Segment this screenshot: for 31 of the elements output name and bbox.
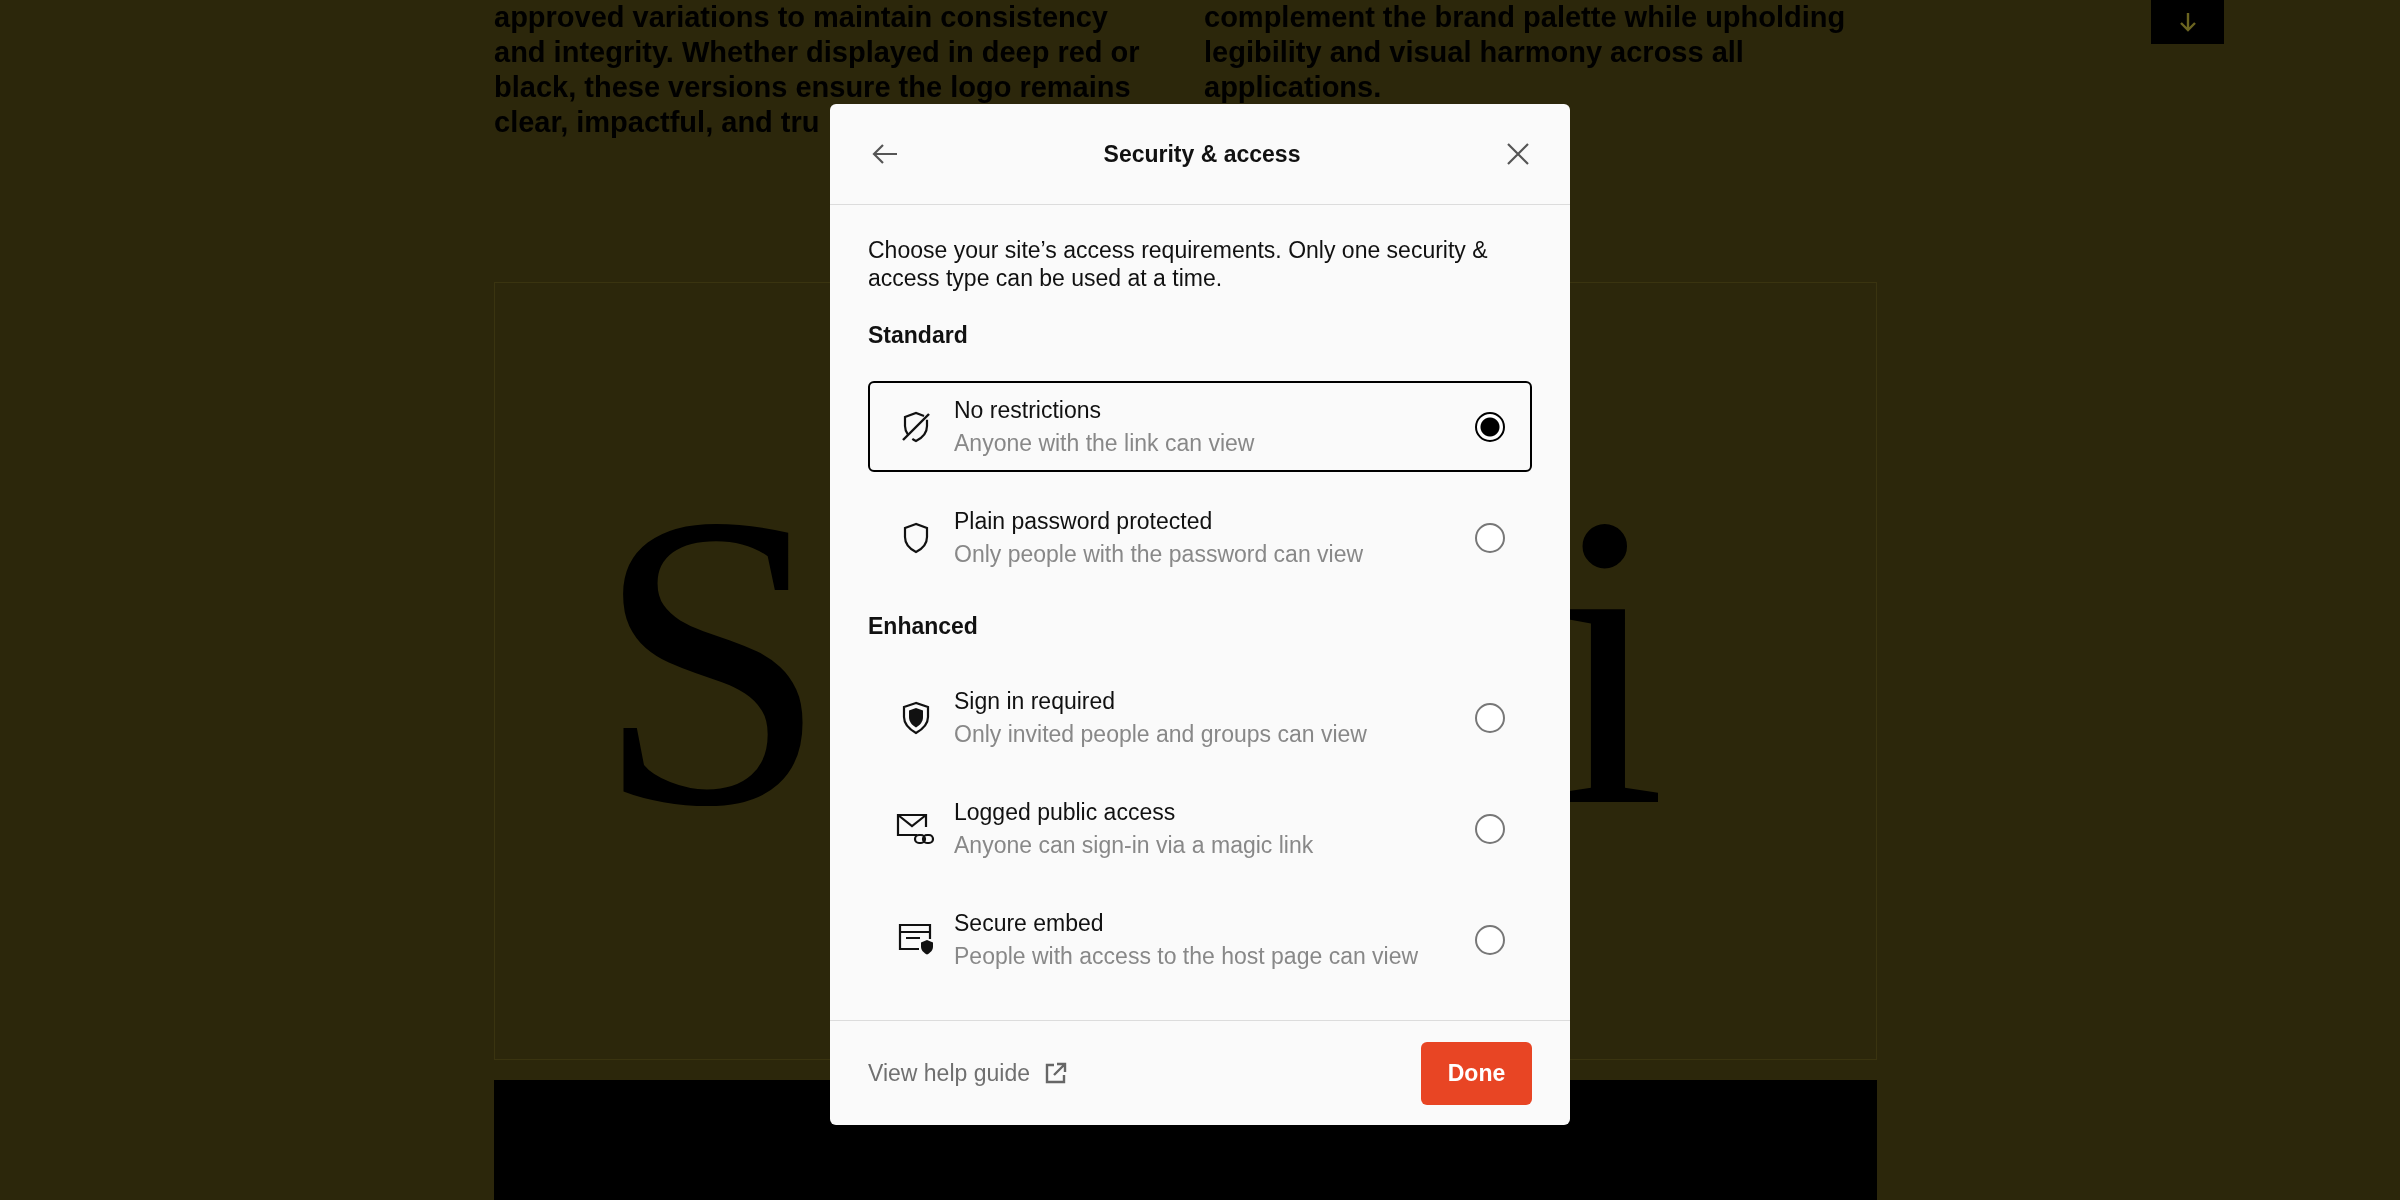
option-description: Anyone with the link can view — [954, 429, 1256, 457]
shield-slash-icon — [900, 409, 932, 444]
external-link-icon — [1044, 1061, 1068, 1085]
option-title: Sign in required — [954, 687, 1117, 715]
option-title: Plain password protected — [954, 507, 1214, 535]
option-title: No restrictions — [954, 396, 1102, 424]
access-option[interactable]: No restrictions Anyone with the link can view — [868, 381, 1532, 472]
radio-button[interactable] — [1475, 702, 1505, 733]
section-heading: Enhanced — [868, 613, 979, 640]
access-option[interactable]: Plain password protected Only people with the password can view — [868, 492, 1532, 583]
option-description: People with access to the host page can view — [954, 942, 1420, 970]
option-description: Anyone can sign-in via a magic link — [954, 831, 1315, 859]
radio-button[interactable] — [1475, 813, 1505, 844]
access-option[interactable]: Sign in required Only invited people and groups can view — [868, 672, 1532, 763]
access-option[interactable]: Secure embed People with access to the host page can view — [868, 894, 1532, 985]
shield-icon — [901, 520, 931, 555]
radio-button[interactable] — [1475, 522, 1505, 553]
done-button[interactable]: Done — [1421, 1041, 1532, 1105]
access-option[interactable]: Logged public access Anyone can sign-in via a magic link — [868, 783, 1532, 874]
radio-button[interactable] — [1475, 411, 1505, 442]
option-description: Only people with the password can view — [954, 540, 1365, 568]
dialog-title: Security & access — [1103, 140, 1301, 168]
section-heading: Standard — [868, 322, 969, 349]
radio-button[interactable] — [1475, 924, 1505, 955]
help-guide-link[interactable]: View help guide — [868, 1059, 1068, 1087]
shield-icon — [901, 700, 931, 735]
scroll-down-button[interactable] — [2151, 0, 2224, 44]
option-description: Only invited people and groups can view — [954, 720, 1368, 748]
option-title: Logged public access — [954, 798, 1177, 826]
dialog-description: Choose your site’s access requirements. Only one security & access type can be used at a time. — [868, 236, 1489, 292]
option-title: Secure embed — [954, 909, 1105, 937]
